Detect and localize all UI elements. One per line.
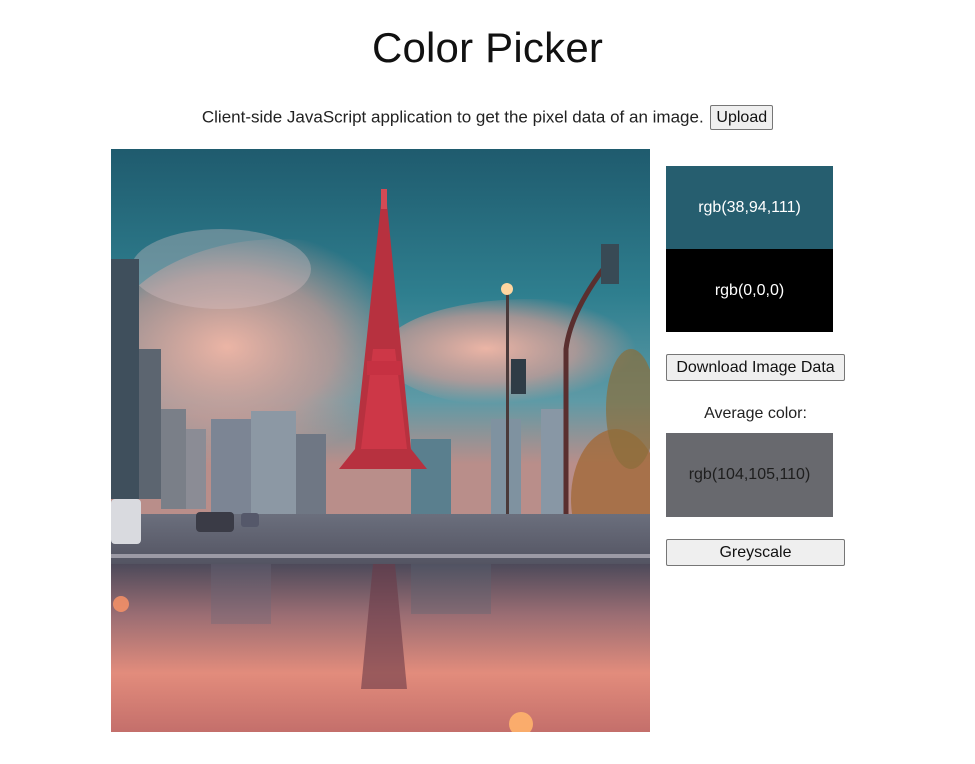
picked-color-label-secondary: rgb(0,0,0) bbox=[714, 281, 785, 299]
download-image-data-button[interactable]: Download Image Data bbox=[666, 354, 845, 381]
subtitle-row: Client-side JavaScript application to ge… bbox=[0, 105, 975, 130]
picked-color-swatch-primary: rgb(38,94,111) bbox=[666, 166, 833, 249]
average-color-swatch: rgb(104,105,110) bbox=[666, 433, 833, 517]
picked-color-label-primary: rgb(38,94,111) bbox=[698, 198, 801, 216]
app-description: Client-side JavaScript application to ge… bbox=[201, 107, 704, 127]
greyscale-button[interactable]: Greyscale bbox=[666, 539, 845, 566]
source-image[interactable] bbox=[111, 149, 650, 732]
average-color-heading: Average color: bbox=[704, 405, 807, 422]
upload-button[interactable]: Upload bbox=[710, 105, 774, 130]
page-title: Color Picker bbox=[371, 24, 604, 71]
picked-color-swatch-secondary: rgb(0,0,0) bbox=[666, 249, 833, 332]
average-color-label: rgb(104,105,110) bbox=[688, 466, 811, 483]
